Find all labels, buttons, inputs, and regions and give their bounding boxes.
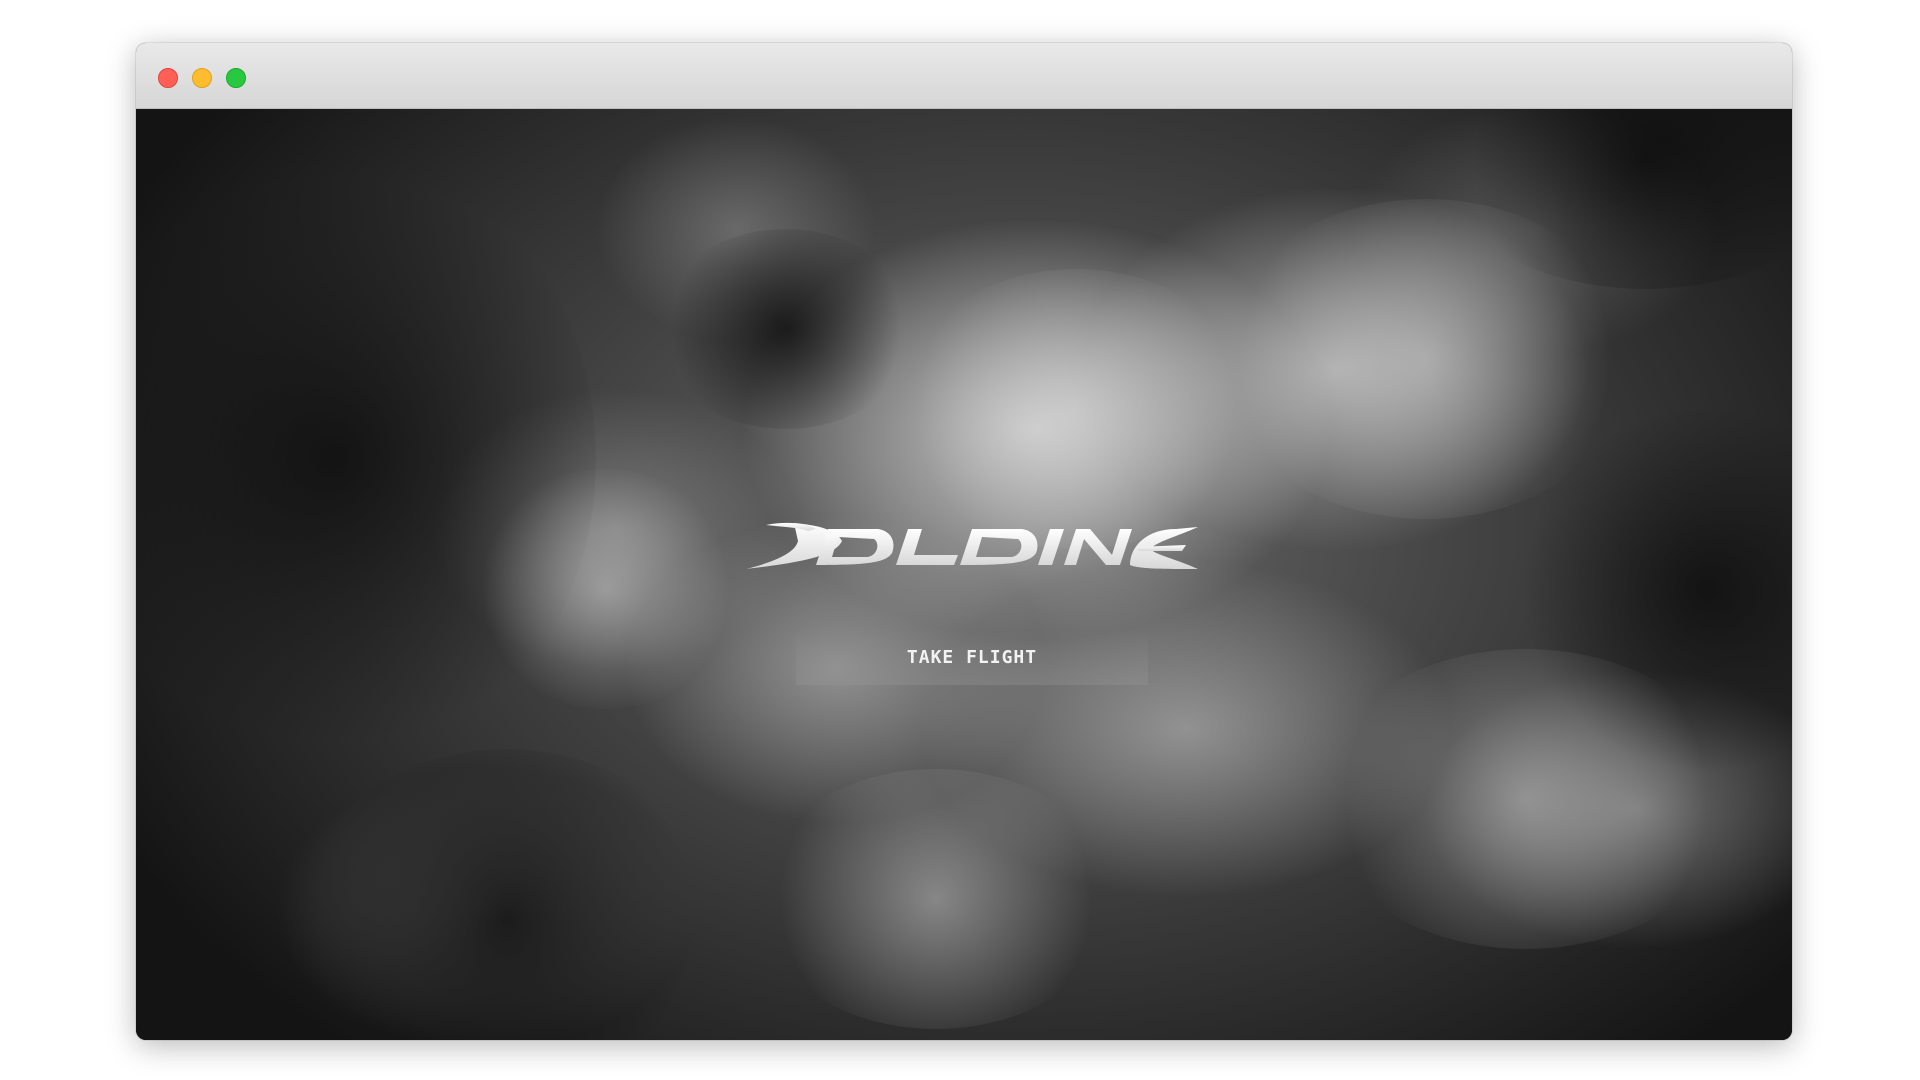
browser-window: TAKE FLIGHT — [136, 43, 1792, 1040]
close-window-button[interactable] — [158, 68, 178, 88]
cloud-shadow — [296, 749, 716, 1040]
cloud-highlight — [476, 469, 736, 709]
maximize-window-button[interactable] — [226, 68, 246, 88]
cloud-highlight — [1316, 649, 1736, 949]
minimize-window-button[interactable] — [192, 68, 212, 88]
cloud-highlight — [896, 269, 1256, 549]
cloud-highlight — [1216, 199, 1636, 519]
cloud-highlight — [756, 769, 1116, 1029]
hero-section: TAKE FLIGHT — [136, 109, 1792, 1040]
take-flight-button[interactable]: TAKE FLIGHT — [796, 629, 1148, 685]
stylized-wordmark-logo-icon — [746, 522, 1198, 569]
cloud-shadow — [656, 229, 916, 429]
window-titlebar — [136, 43, 1792, 109]
